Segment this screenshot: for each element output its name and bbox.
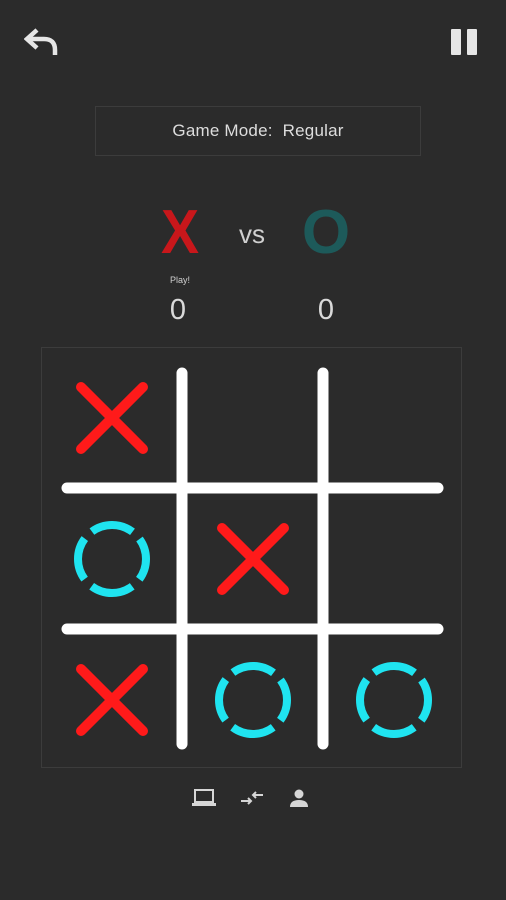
- game-mode-box: Game Mode: Regular: [95, 106, 421, 156]
- game-mode-value: Regular: [282, 121, 344, 140]
- board-canvas: [50, 356, 456, 762]
- score-x: 0: [169, 294, 187, 326]
- human-opponent-button[interactable]: [285, 786, 313, 810]
- score-o: 0: [317, 294, 335, 326]
- computer-opponent-button[interactable]: [190, 786, 218, 810]
- vs-label: vs: [239, 219, 265, 249]
- board-cell-1-1[interactable]: [191, 497, 315, 621]
- board-cell-0-1[interactable]: [191, 356, 315, 480]
- person-icon: [290, 789, 308, 807]
- undo-arrow-icon: [23, 28, 58, 55]
- pause-icon: [451, 29, 477, 55]
- board-cell-0-0[interactable]: [50, 356, 174, 480]
- game-board: [41, 347, 462, 768]
- player-o-symbol: O: [301, 197, 351, 267]
- board-cell-1-2[interactable]: [332, 497, 456, 621]
- pause-button[interactable]: [449, 26, 481, 58]
- player-x-symbol: X: [160, 197, 200, 267]
- back-button[interactable]: [23, 26, 60, 58]
- computer-icon: [192, 789, 216, 806]
- board-cell-2-1[interactable]: [191, 638, 315, 762]
- swap-mode-button[interactable]: [238, 786, 266, 810]
- swap-arrows-icon: [241, 791, 263, 805]
- game-mode-label: Game Mode:: [172, 121, 273, 140]
- board-cell-2-2[interactable]: [332, 638, 456, 762]
- board-cell-0-2[interactable]: [332, 356, 456, 480]
- board-cell-2-0[interactable]: [50, 638, 174, 762]
- turn-indicator: Play!: [169, 275, 190, 285]
- board-cell-1-0[interactable]: [50, 497, 174, 621]
